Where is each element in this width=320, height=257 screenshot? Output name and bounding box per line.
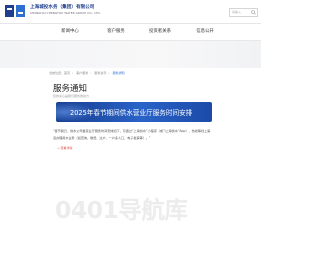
page-title: 服务通知 <box>53 84 88 94</box>
detail-link-label[interactable]: 查看详情 <box>60 146 72 150</box>
company-name-en: SHANGHAI CHENGTOU WATER GROUP CO., LTD. <box>30 11 101 15</box>
nav-item-investor-relations[interactable]: 投资者关系 <box>140 24 180 40</box>
company-name-cn: 上海城投水务（集团）有限公司 <box>30 5 95 10</box>
detail-link[interactable]: → 查看详情 <box>57 146 73 150</box>
search-input[interactable]: 请输入 <box>232 10 241 14</box>
notice-banner[interactable]: 2025年春节期间供水营业厅服务时间安排 <box>56 102 212 122</box>
company-logo-icon[interactable] <box>5 4 27 18</box>
nav-item-info-disclosure[interactable]: 信息公开 <box>185 24 225 40</box>
top-header: 上海城投水务（集团）有限公司 SHANGHAI CHENGTOU WATER G… <box>0 0 261 24</box>
search-box[interactable]: 请输入 <box>229 8 258 17</box>
article-body: “春节假日，供水公司各营业厅服务时间安排如下，可通过“上海供水”小程序（或“i上… <box>53 129 211 141</box>
watermark: 0401导航库 <box>55 196 188 224</box>
page-subtitle: 您的关心是我们服务的动力 <box>53 94 90 98</box>
breadcrumb: 当前位置：首页 › 客户服务 › 服务资讯 › 服务通知 <box>49 71 125 75</box>
main-nav: 新闻中心 客户服务 投资者关系 信息公开 <box>0 24 261 41</box>
breadcrumb-service-info[interactable]: 服务资讯 <box>94 71 106 75</box>
nav-item-news[interactable]: 新闻中心 <box>50 24 90 40</box>
notice-title[interactable]: 2025年春节期间供水营业厅服务时间安排 <box>70 107 192 117</box>
page-banner <box>0 41 261 68</box>
search-icon[interactable] <box>251 10 256 15</box>
breadcrumb-current: 服务通知 <box>112 71 125 75</box>
nav-item-customer-service[interactable]: 客户服务 <box>96 24 136 40</box>
breadcrumb-home[interactable]: 当前位置：首页 <box>49 71 70 75</box>
breadcrumb-customer-service[interactable]: 客户服务 <box>76 71 88 75</box>
